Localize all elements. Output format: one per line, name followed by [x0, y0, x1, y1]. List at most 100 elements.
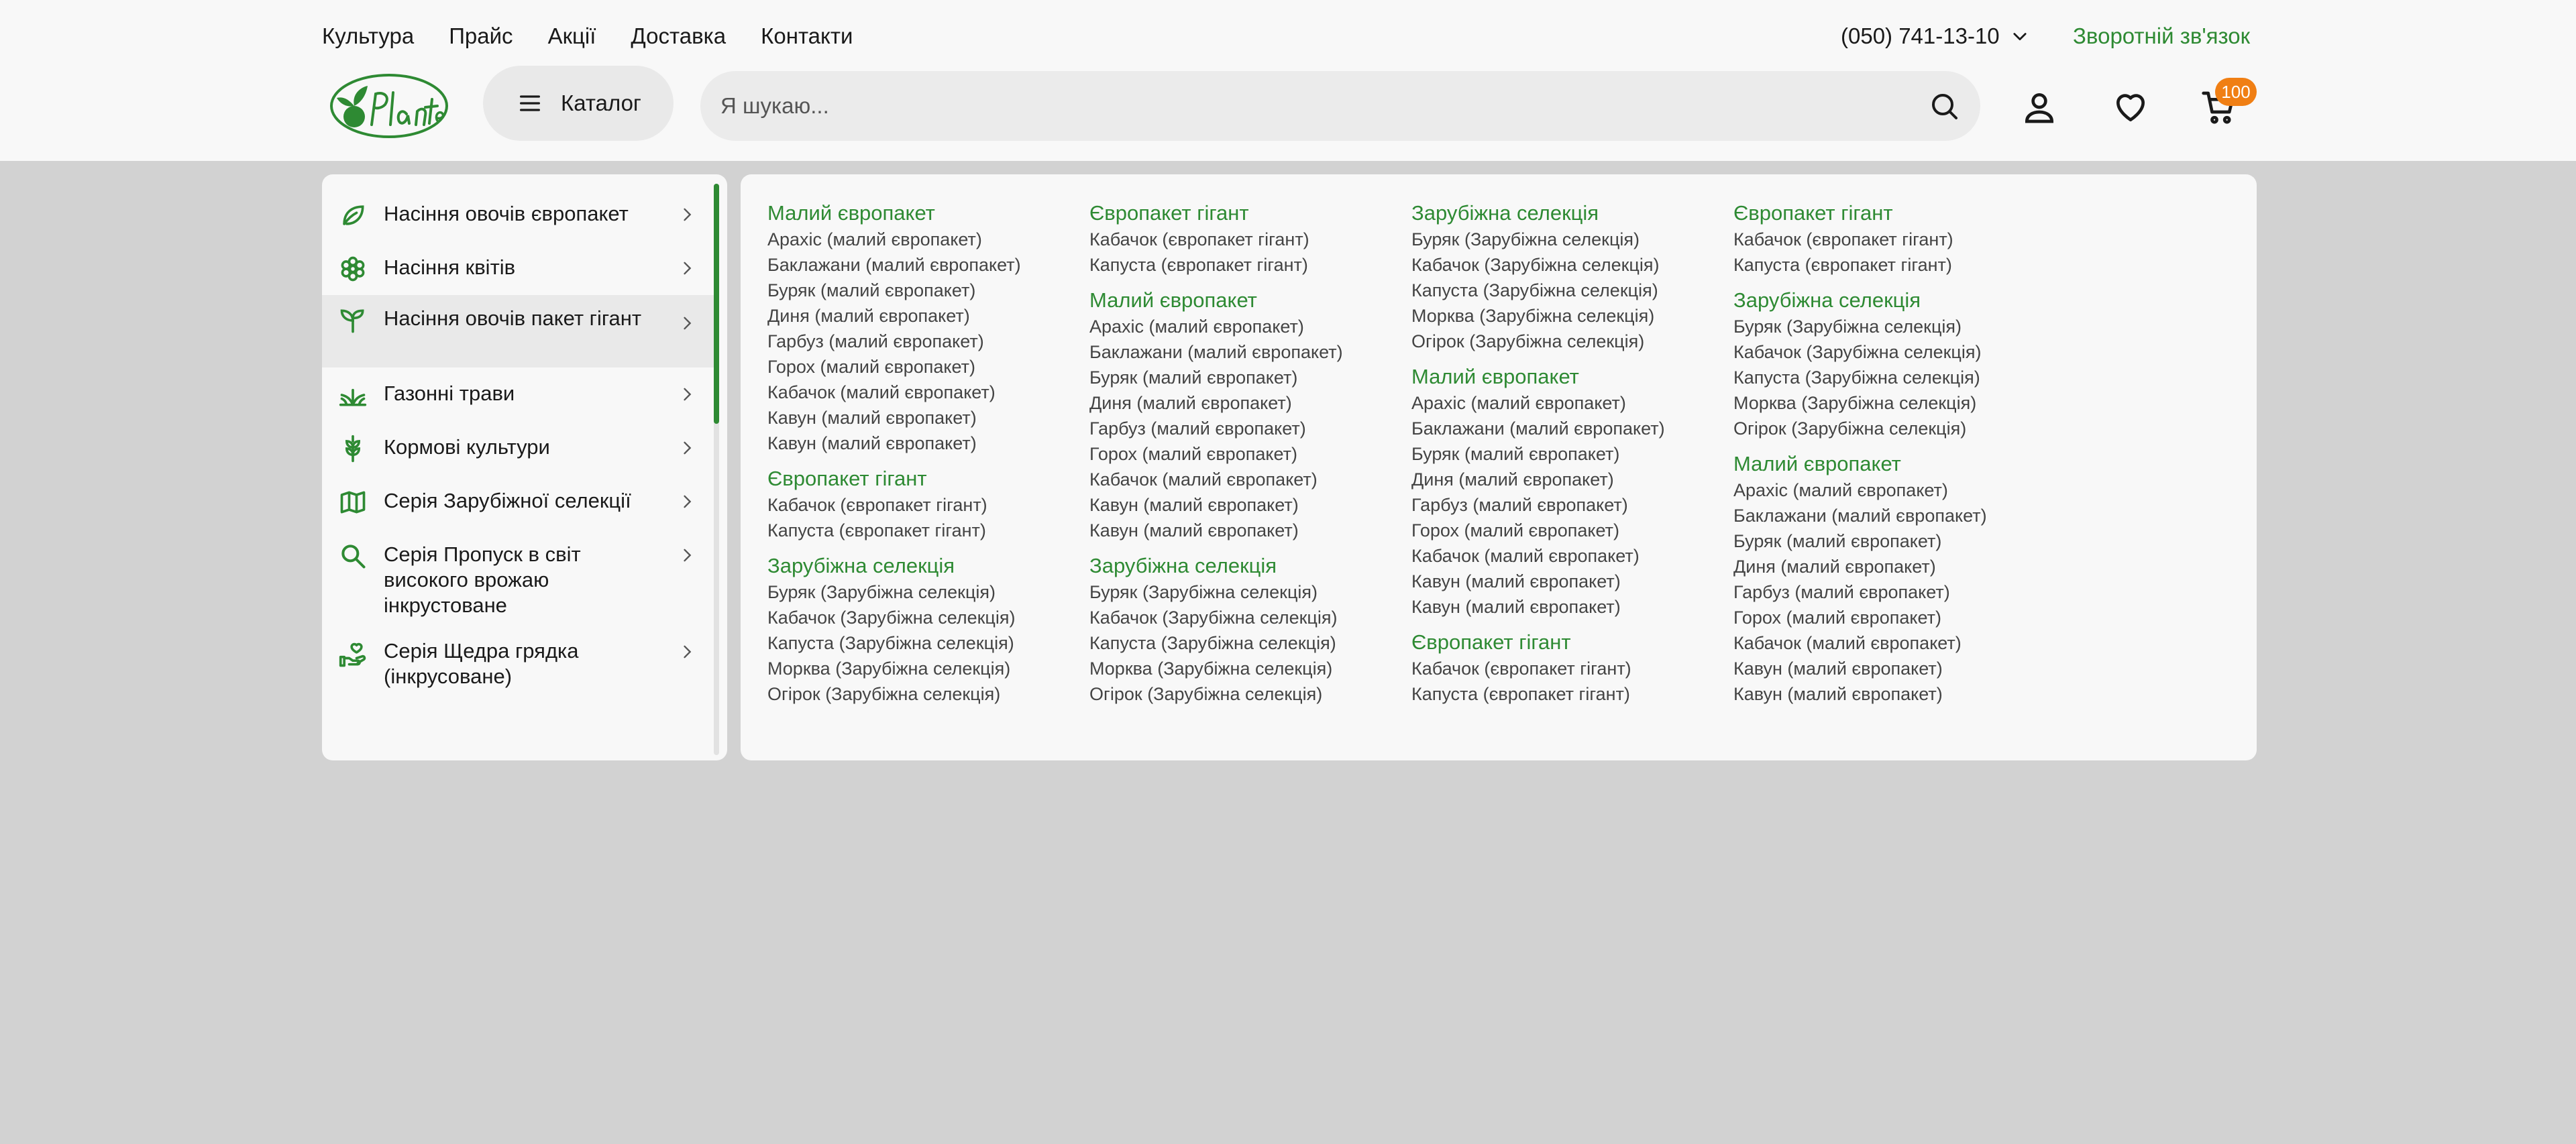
- menu-item-link[interactable]: Арахіс (малий європакет): [1733, 477, 1995, 503]
- search-icon[interactable]: [1928, 90, 1960, 122]
- menu-item-link[interactable]: Капуста (європакет гігант): [767, 518, 1029, 543]
- logo[interactable]: [327, 67, 451, 142]
- callback-link[interactable]: Зворотній зв'язок: [2073, 20, 2250, 52]
- menu-item-link[interactable]: Диня (малий європакет): [1089, 390, 1351, 416]
- menu-item-link[interactable]: Кабачок (європакет гігант): [1733, 227, 1995, 252]
- nav-link-culture[interactable]: Культура: [322, 23, 414, 49]
- menu-item-link[interactable]: Диня (малий європакет): [1733, 554, 1995, 579]
- sidebar-scrollbar-thumb[interactable]: [714, 184, 719, 424]
- menu-group: Малий європакет Арахіс (малий європакет) Б…: [767, 200, 1063, 456]
- menu-item-link[interactable]: Гарбуз (малий європакет): [1411, 492, 1673, 518]
- menu-item-link[interactable]: Огірок (Зарубіжна селекція): [1411, 329, 1673, 354]
- menu-group-title[interactable]: Зарубіжна селекція: [1089, 553, 1385, 579]
- menu-item-link[interactable]: Кабачок (малий європакет): [1089, 467, 1351, 492]
- nav-link-price[interactable]: Прайс: [449, 23, 513, 49]
- menu-group-title[interactable]: Європакет гігант: [767, 465, 1063, 492]
- chevron-right-icon: [684, 317, 692, 330]
- menu-item-link[interactable]: Кабачок (Зарубіжна селекція): [1733, 339, 1995, 365]
- menu-item-link[interactable]: Капуста (Зарубіжна селекція): [767, 630, 1029, 656]
- menu-item-link[interactable]: Арахіс (малий європакет): [1089, 314, 1351, 339]
- menu-item-link[interactable]: Диня (малий європакет): [767, 303, 1029, 329]
- menu-item-link[interactable]: Капуста (Зарубіжна селекція): [1733, 365, 1995, 390]
- menu-item-link[interactable]: Арахіс (малий європакет): [1411, 390, 1673, 416]
- menu-group-title[interactable]: Європакет гігант: [1089, 200, 1385, 227]
- catalog-button[interactable]: Каталог: [483, 66, 674, 141]
- category-item-generous-bed[interactable]: Серія Щедра грядка (інкрусоване): [322, 636, 714, 692]
- menu-item-link[interactable]: Капуста (європакет гігант): [1733, 252, 1995, 278]
- menu-item-link[interactable]: Кавун (малий європакет): [1411, 569, 1673, 594]
- search-input[interactable]: [720, 93, 1928, 119]
- menu-item-link[interactable]: Баклажани (малий європакет): [767, 252, 1029, 278]
- menu-item-link[interactable]: Гарбуз (малий європакет): [1733, 579, 1995, 605]
- menu-item-link[interactable]: Баклажани (малий європакет): [1411, 416, 1673, 441]
- category-item-high-yield[interactable]: Серія Пропуск в світ високого врожаю інк…: [322, 539, 714, 620]
- menu-item-link[interactable]: Буряк (Зарубіжна селекція): [767, 579, 1029, 605]
- menu-group-title[interactable]: Малий європакет: [1411, 363, 1707, 390]
- menu-item-link[interactable]: Кавун (малий європакет): [767, 405, 1029, 431]
- menu-item-link[interactable]: Гарбуз (малий європакет): [1089, 416, 1351, 441]
- menu-item-link[interactable]: Капуста (Зарубіжна селекція): [1089, 630, 1351, 656]
- menu-item-link[interactable]: Буряк (Зарубіжна селекція): [1733, 314, 1995, 339]
- menu-item-link[interactable]: Кабачок (малий європакет): [767, 380, 1029, 405]
- menu-item-link[interactable]: Капуста (європакет гігант): [1089, 252, 1351, 278]
- menu-item-link[interactable]: Кавун (малий європакет): [1411, 594, 1673, 620]
- menu-item-link[interactable]: Кабачок (Зарубіжна селекція): [1089, 605, 1351, 630]
- user-icon[interactable]: [2021, 89, 2058, 126]
- menu-item-link[interactable]: Кавун (малий європакет): [767, 431, 1029, 456]
- category-item-lawn-grass[interactable]: Газонні трави: [322, 378, 714, 412]
- menu-group-title[interactable]: Зарубіжна селекція: [1411, 200, 1707, 227]
- menu-item-link[interactable]: Морква (Зарубіжна селекція): [1411, 303, 1673, 329]
- menu-group-title[interactable]: Малий європакет: [1733, 451, 2029, 477]
- menu-item-link[interactable]: Кабачок (малий європакет): [1733, 630, 1995, 656]
- menu-group-title[interactable]: Малий європакет: [1089, 287, 1385, 314]
- menu-item-link[interactable]: Буряк (Зарубіжна селекція): [1411, 227, 1673, 252]
- category-item-flowers[interactable]: Насіння квітів: [322, 252, 714, 286]
- phone-dropdown[interactable]: (050) 741-13-10: [1841, 20, 2029, 52]
- menu-item-link[interactable]: Морква (Зарубіжна селекція): [1089, 656, 1351, 681]
- menu-group-title[interactable]: Зарубіжна селекція: [1733, 287, 2029, 314]
- menu-item-link[interactable]: Баклажани (малий європакет): [1089, 339, 1351, 365]
- heart-icon[interactable]: [2112, 89, 2149, 126]
- category-item-fodder-crops[interactable]: Кормові культури: [322, 432, 714, 465]
- menu-item-link[interactable]: Кавун (малий європакет): [1089, 492, 1351, 518]
- menu-group-title[interactable]: Зарубіжна селекція: [767, 553, 1063, 579]
- menu-item-link[interactable]: Горох (малий європакет): [1089, 441, 1351, 467]
- menu-item-link[interactable]: Буряк (Зарубіжна селекція): [1089, 579, 1351, 605]
- menu-item-link[interactable]: Диня (малий європакет): [1411, 467, 1673, 492]
- menu-item-link[interactable]: Буряк (малий європакет): [1089, 365, 1351, 390]
- menu-item-link[interactable]: Кавун (малий європакет): [1089, 518, 1351, 543]
- menu-item-link[interactable]: Кавун (малий європакет): [1733, 656, 1995, 681]
- nav-link-contacts[interactable]: Контакти: [761, 23, 853, 49]
- menu-group-title[interactable]: Малий європакет: [767, 200, 1063, 227]
- menu-group-title[interactable]: Європакет гігант: [1411, 629, 1707, 656]
- menu-item-link[interactable]: Гарбуз (малий європакет): [767, 329, 1029, 354]
- menu-item-link[interactable]: Капуста (Зарубіжна селекція): [1411, 278, 1673, 303]
- menu-item-link[interactable]: Буряк (малий європакет): [767, 278, 1029, 303]
- menu-item-link[interactable]: Кавун (малий європакет): [1733, 681, 1995, 707]
- menu-item-link[interactable]: Кабачок (європакет гігант): [1089, 227, 1351, 252]
- category-item-foreign-selection[interactable]: Серія Зарубіжної селекції: [322, 485, 714, 519]
- nav-link-delivery[interactable]: Доставка: [631, 23, 726, 49]
- menu-item-link[interactable]: Кабачок (європакет гігант): [1411, 656, 1673, 681]
- menu-item-link[interactable]: Морква (Зарубіжна селекція): [767, 656, 1029, 681]
- category-item-vegetables-europack[interactable]: Насіння овочів європакет: [322, 198, 714, 232]
- menu-item-link[interactable]: Горох (малий європакет): [1411, 518, 1673, 543]
- menu-item-link[interactable]: Баклажани (малий європакет): [1733, 503, 1995, 528]
- menu-item-link[interactable]: Огірок (Зарубіжна селекція): [1089, 681, 1351, 707]
- menu-item-link[interactable]: Буряк (малий європакет): [1411, 441, 1673, 467]
- nav-link-promotions[interactable]: Акції: [548, 23, 596, 49]
- menu-item-link[interactable]: Арахіс (малий європакет): [767, 227, 1029, 252]
- category-item-vegetables-giant[interactable]: Насіння овочів пакет гігант: [322, 295, 714, 367]
- menu-item-link[interactable]: Буряк (малий європакет): [1733, 528, 1995, 554]
- menu-item-link[interactable]: Капуста (європакет гігант): [1411, 681, 1673, 707]
- menu-item-link[interactable]: Кабачок (Зарубіжна селекція): [1411, 252, 1673, 278]
- menu-item-link[interactable]: Морква (Зарубіжна селекція): [1733, 390, 1995, 416]
- menu-item-link[interactable]: Кабачок (Зарубіжна селекція): [767, 605, 1029, 630]
- menu-item-link[interactable]: Кабачок (європакет гігант): [767, 492, 1029, 518]
- menu-item-link[interactable]: Огірок (Зарубіжна селекція): [767, 681, 1029, 707]
- menu-item-link[interactable]: Кабачок (малий європакет): [1411, 543, 1673, 569]
- menu-group-title[interactable]: Європакет гігант: [1733, 200, 2029, 227]
- menu-item-link[interactable]: Огірок (Зарубіжна селекція): [1733, 416, 1995, 441]
- menu-item-link[interactable]: Горох (малий європакет): [767, 354, 1029, 380]
- menu-item-link[interactable]: Горох (малий європакет): [1733, 605, 1995, 630]
